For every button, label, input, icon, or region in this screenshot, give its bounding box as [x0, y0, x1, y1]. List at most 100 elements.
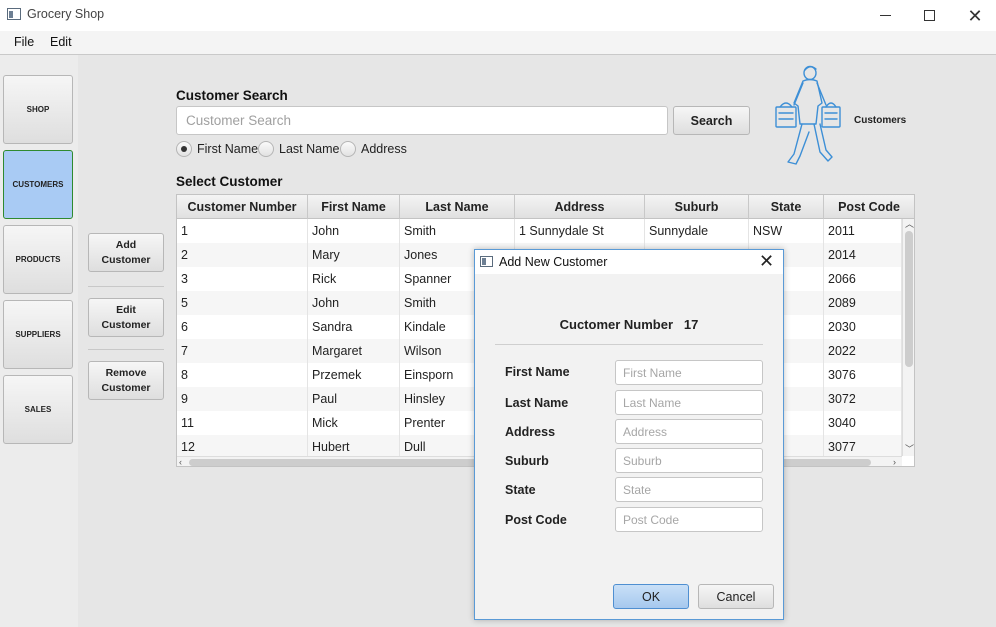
action-divider: [88, 349, 164, 350]
address-label: Address: [505, 425, 556, 439]
select-customer-heading: Select Customer: [176, 174, 283, 189]
table-cell: Smith: [400, 219, 515, 243]
table-row[interactable]: 1 John Smith 1 Sunnydale St Sunnydale NSW 2011: [177, 219, 902, 243]
table-cell: 6: [177, 315, 308, 339]
state-field[interactable]: [615, 477, 763, 502]
customer-number-heading: Cuctomer Number 17: [475, 317, 783, 332]
radio-unchecked-icon: [340, 141, 356, 157]
last-name-field[interactable]: [615, 390, 763, 415]
table-cell: 9: [177, 387, 308, 411]
menu-edit[interactable]: Edit: [50, 35, 72, 49]
nav-panel: SHOP CUSTOMERS PRODUCTS SUPPLIERS SALES: [0, 55, 78, 627]
minimize-icon: [879, 15, 891, 16]
vertical-scrollbar[interactable]: ︿ ﹀: [902, 219, 914, 456]
table-cell: Margaret: [308, 339, 400, 363]
table-cell: 2014: [824, 243, 902, 267]
table-cell: NSW: [749, 219, 824, 243]
scroll-right-icon[interactable]: ›: [893, 458, 896, 467]
column-header[interactable]: Last Name: [400, 195, 515, 219]
shopper-with-bags-icon: [775, 65, 841, 165]
scroll-down-icon[interactable]: ﹀: [905, 445, 914, 454]
table-cell: 7: [177, 339, 308, 363]
scroll-left-icon[interactable]: ‹: [179, 458, 182, 467]
post-code-field[interactable]: [615, 507, 763, 532]
maximize-icon: [923, 10, 935, 21]
search-button[interactable]: Search: [673, 106, 750, 135]
app-window-icon: [7, 8, 21, 20]
vertical-scroll-thumb[interactable]: [905, 231, 913, 367]
scroll-up-icon[interactable]: ︿: [905, 220, 914, 229]
nav-suppliers-button[interactable]: SUPPLIERS: [3, 300, 73, 369]
table-cell: 2030: [824, 315, 902, 339]
radio-address[interactable]: Address: [340, 141, 407, 157]
first-name-label: First Name: [505, 365, 570, 379]
customer-number-label: Cuctomer Number: [559, 317, 674, 332]
table-cell: Paul: [308, 387, 400, 411]
maximize-button[interactable]: [906, 0, 952, 31]
close-icon: ✕: [967, 5, 983, 26]
radio-unchecked-icon: [258, 141, 274, 157]
radio-last-name[interactable]: Last Name: [258, 141, 339, 157]
table-cell: 3076: [824, 363, 902, 387]
post-code-label: Post Code: [505, 513, 567, 527]
column-header[interactable]: Customer Number: [177, 195, 308, 219]
radio-checked-icon: [176, 141, 192, 157]
minimize-button[interactable]: [862, 0, 908, 31]
table-cell: Sandra: [308, 315, 400, 339]
nav-customers-button[interactable]: CUSTOMERS: [3, 150, 73, 219]
table-cell: Przemek: [308, 363, 400, 387]
table-cell: Sunnydale: [645, 219, 749, 243]
table-cell: 3: [177, 267, 308, 291]
cancel-button[interactable]: Cancel: [698, 584, 774, 609]
table-cell: John: [308, 291, 400, 315]
table-header: Customer Number First Name Last Name Add…: [177, 195, 914, 219]
table-cell: 2: [177, 243, 308, 267]
column-header[interactable]: State: [749, 195, 824, 219]
nav-shop-button[interactable]: SHOP: [3, 75, 73, 144]
dialog-titlebar: Add New Customer ✕: [475, 250, 783, 274]
remove-customer-label: Remove Customer: [101, 366, 151, 394]
window-title: Grocery Shop: [27, 7, 105, 21]
menu-bar: File Edit: [0, 31, 996, 55]
suburb-field[interactable]: [615, 448, 763, 473]
table-cell: 11: [177, 411, 308, 435]
customer-search-heading: Customer Search: [176, 88, 288, 103]
edit-customer-button[interactable]: Edit Customer: [88, 298, 164, 337]
column-header[interactable]: Suburb: [645, 195, 749, 219]
nav-products-button[interactable]: PRODUCTS: [3, 225, 73, 294]
table-cell: 8: [177, 363, 308, 387]
ok-button[interactable]: OK: [613, 584, 689, 609]
edit-customer-label: Edit Customer: [101, 303, 151, 331]
radio-first-name[interactable]: First Name: [176, 141, 258, 157]
dialog-title: Add New Customer: [499, 255, 608, 269]
table-cell: 3072: [824, 387, 902, 411]
column-header[interactable]: Address: [515, 195, 645, 219]
customer-search-input[interactable]: [176, 106, 668, 135]
table-cell: 2066: [824, 267, 902, 291]
column-header[interactable]: Post Code: [824, 195, 914, 219]
close-window-button[interactable]: ✕: [952, 0, 996, 31]
add-customer-dialog: Add New Customer ✕ Cuctomer Number 17 Fi…: [474, 249, 784, 620]
table-cell: Mary: [308, 243, 400, 267]
menu-file[interactable]: File: [14, 35, 34, 49]
state-label: State: [505, 483, 536, 497]
address-field[interactable]: [615, 419, 763, 444]
table-cell: 5: [177, 291, 308, 315]
table-cell: Mick: [308, 411, 400, 435]
column-header[interactable]: First Name: [308, 195, 400, 219]
dialog-divider: [495, 344, 763, 345]
first-name-field[interactable]: [615, 360, 763, 385]
nav-sales-button[interactable]: SALES: [3, 375, 73, 444]
dialog-window-icon: [480, 256, 493, 267]
table-cell: 2089: [824, 291, 902, 315]
table-cell: 2011: [824, 219, 902, 243]
remove-customer-button[interactable]: Remove Customer: [88, 361, 164, 400]
table-cell: 1: [177, 219, 308, 243]
close-icon[interactable]: ✕: [759, 251, 774, 272]
add-customer-button[interactable]: Add Customer: [88, 233, 164, 272]
table-cell: 3040: [824, 411, 902, 435]
radio-address-label: Address: [361, 142, 407, 156]
table-cell: John: [308, 219, 400, 243]
customer-number-value: 17: [683, 317, 699, 332]
action-divider: [88, 286, 164, 287]
